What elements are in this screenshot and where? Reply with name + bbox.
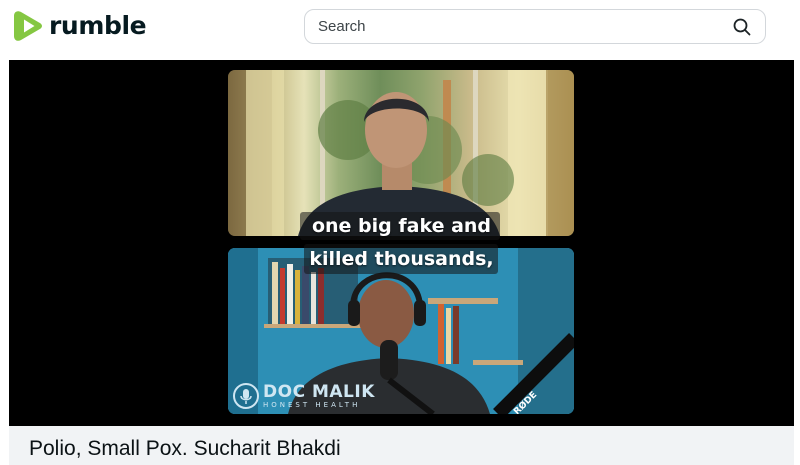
watermark-tagline: HONEST HEALTH: [263, 400, 361, 409]
subtitle-line-1: one big fake and: [311, 215, 492, 237]
search-input[interactable]: [318, 10, 718, 43]
brand-name: rumble: [49, 11, 147, 40]
search-button[interactable]: [731, 16, 753, 38]
channel-watermark: DOC MALIK HONEST HEALTH: [233, 381, 375, 411]
rumble-logo[interactable]: rumble: [14, 10, 147, 42]
rumble-play-logo-icon: [14, 11, 42, 41]
watermark-name: DOC MALIK: [263, 381, 375, 402]
microphone-logo-icon: [233, 383, 259, 409]
search-bar: [304, 9, 766, 44]
subtitle-line-2: killed thousands,: [309, 248, 494, 270]
video-title: Polio, Small Pox. Sucharit Bhakdi: [29, 437, 341, 460]
video-player[interactable]: RØDE DOC MALIK HONEST HEALTH one big fak…: [9, 60, 794, 426]
site-header: rumble: [0, 0, 800, 58]
video-title-bar: Polio, Small Pox. Sucharit Bhakdi: [9, 426, 794, 465]
search-icon: [733, 18, 751, 36]
